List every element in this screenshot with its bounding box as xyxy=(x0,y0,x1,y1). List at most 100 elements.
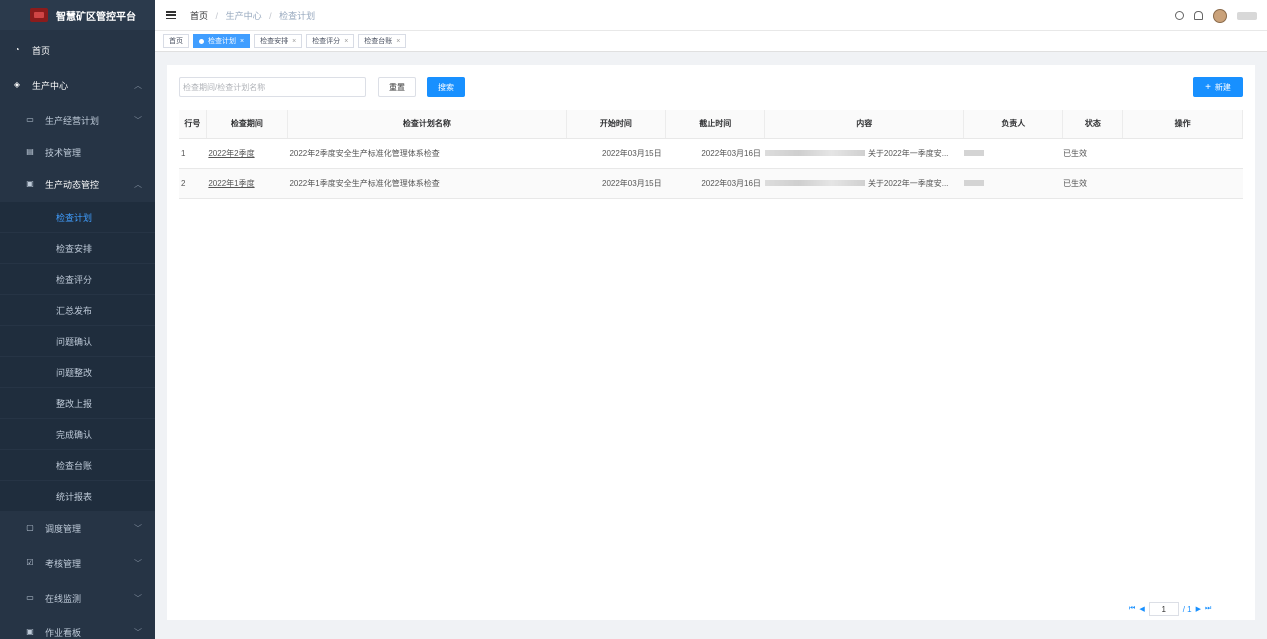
owner-cell xyxy=(963,168,1063,199)
tab-inspection-plan[interactable]: 检查计划 × xyxy=(193,34,251,48)
period-link[interactable]: 2022年1季度 xyxy=(206,168,288,199)
actions-cell xyxy=(1122,138,1243,169)
breadcrumb-production-center[interactable]: 生产中心 xyxy=(226,11,262,21)
document-icon: ▤ xyxy=(26,147,34,156)
row-number: 2 xyxy=(179,168,207,199)
column-header: 行号 xyxy=(179,110,207,139)
end-date: 2022年03月16日 xyxy=(665,138,765,169)
sidebar-item-production-control[interactable]: ▣ 生产动态管控 ︿ xyxy=(0,169,155,199)
sidebar-item-label: 作业看板 xyxy=(45,627,82,638)
tab-home[interactable]: 首页 xyxy=(163,34,189,48)
content-cell: 关于2022年一季度安... xyxy=(764,138,964,169)
tab-inspection-schedule[interactable]: 检查安排 × xyxy=(254,34,303,48)
sidebar-item-online-monitor[interactable]: ▭ 在线监测 ﹀ xyxy=(0,583,155,613)
card-icon: ▭ xyxy=(26,115,34,124)
sidebar-item-inspection-score[interactable]: 检查评分 xyxy=(0,264,155,294)
username-blurred[interactable] xyxy=(1237,11,1257,20)
prev-page-icon[interactable]: ◀ xyxy=(1139,605,1144,613)
sidebar-item-issue-confirm[interactable]: 问题确认 xyxy=(0,326,155,356)
sidebar-item-work-board[interactable]: ▣ 作业看板 ﹀ xyxy=(0,617,155,639)
sidebar-item-assessment[interactable]: ☑ 考核管理 ﹀ xyxy=(0,548,155,578)
table-header-row: 行号 检查期间 检查计划名称 开始时间 截止时间 内容 负责人 状态 操作 xyxy=(179,110,1243,139)
period-link[interactable]: 2022年2季度 xyxy=(206,138,288,169)
table-row[interactable]: 1 2022年2季度 2022年2季度安全生产标准化管理体系检查 2022年03… xyxy=(179,138,1243,169)
next-page-icon[interactable]: ▶ xyxy=(1196,605,1201,613)
inspection-plan-table: 行号 检查期间 检查计划名称 开始时间 截止时间 内容 负责人 状态 操作 1 … xyxy=(179,110,1243,199)
owner-cell xyxy=(963,138,1063,169)
box-icon: ▢ xyxy=(26,523,34,532)
sidebar-item-production-plan[interactable]: ▭ 生产经营计划 ﹀ xyxy=(0,105,155,135)
close-icon[interactable]: × xyxy=(396,38,400,45)
reset-button[interactable]: 重置 xyxy=(378,77,416,97)
logo-icon xyxy=(30,8,48,22)
close-icon[interactable]: × xyxy=(292,38,296,45)
search-input[interactable] xyxy=(179,77,366,97)
new-button[interactable]: + 新建 xyxy=(1193,77,1243,97)
sidebar-item-summary-release[interactable]: 汇总发布 xyxy=(0,295,155,325)
board-icon: ▣ xyxy=(26,627,34,636)
sidebar-item-label: 在线监测 xyxy=(45,593,82,604)
pagination: ⏮ ◀ / 1 ▶ ⏭ xyxy=(1129,602,1211,616)
sidebar-item-inspection-schedule[interactable]: 检查安排 xyxy=(0,233,155,263)
avatar[interactable] xyxy=(1213,8,1227,23)
sidebar-item-home[interactable]: ◔ 首页 xyxy=(0,35,155,65)
column-header: 检查计划名称 xyxy=(287,110,567,139)
sidebar-item-inspection-plan[interactable]: 检查计划 xyxy=(0,202,155,232)
close-icon[interactable]: × xyxy=(240,38,244,45)
first-page-icon[interactable]: ⏮ xyxy=(1129,605,1135,613)
content-text: 关于2022年一季度安... xyxy=(867,178,949,188)
tab-label: 检查安排 xyxy=(260,38,289,45)
sidebar-item-dispatch[interactable]: ▢ 调度管理 ﹀ xyxy=(0,513,155,543)
content-cell: 关于2022年一季度安... xyxy=(764,168,964,199)
tab-label: 检查评分 xyxy=(312,38,341,45)
sidebar-item-label: 技术管理 xyxy=(45,147,82,158)
search-icon[interactable] xyxy=(1175,11,1184,20)
app-logo: 智慧矿区管控平台 xyxy=(0,0,155,30)
tab-label: 首页 xyxy=(169,38,183,45)
column-header: 内容 xyxy=(764,110,965,139)
sidebar-item-label: 检查安排 xyxy=(56,243,93,254)
tags-view: 首页 检查计划 × 检查安排 × 检查评分 × 检查台账 × xyxy=(155,31,1267,52)
table-row[interactable]: 2 2022年1季度 2022年1季度安全生产标准化管理体系检查 2022年03… xyxy=(179,168,1243,199)
status-cell: 已生效 xyxy=(1062,138,1123,169)
sidebar-item-statistics-report[interactable]: 统计报表 xyxy=(0,481,155,511)
sidebar-item-production-center[interactable]: ◈ 生产中心 ︿ xyxy=(0,70,155,100)
main-panel: 重置 搜索 + 新建 行号 检查期间 检查计划名称 开始时间 截止时间 内容 负… xyxy=(167,65,1255,620)
search-button[interactable]: 搜索 xyxy=(427,77,465,97)
sidebar-item-completion-confirm[interactable]: 完成确认 xyxy=(0,419,155,449)
breadcrumb-home[interactable]: 首页 xyxy=(190,11,208,21)
start-date: 2022年03月15日 xyxy=(566,168,666,199)
sidebar-item-issue-rectify[interactable]: 问题整改 xyxy=(0,357,155,387)
status-cell: 已生效 xyxy=(1062,168,1123,199)
chevron-up-icon: ︿ xyxy=(134,179,142,189)
sidebar-item-label: 问题整改 xyxy=(56,367,93,378)
sidebar-item-label: 问题确认 xyxy=(56,336,93,347)
sidebar-item-label: 检查评分 xyxy=(56,274,93,285)
chevron-down-icon: ﹀ xyxy=(134,115,142,125)
tab-inspection-ledger[interactable]: 检查台账 × xyxy=(358,34,407,48)
sidebar-item-label: 考核管理 xyxy=(45,558,82,569)
breadcrumb-separator: / xyxy=(269,10,272,21)
column-header: 检查期间 xyxy=(206,110,288,139)
last-page-icon[interactable]: ⏭ xyxy=(1205,605,1211,613)
plan-name: 2022年1季度安全生产标准化管理体系检查 xyxy=(287,168,567,199)
sidebar-item-rectify-report[interactable]: 整改上报 xyxy=(0,388,155,418)
sidebar-item-label: 生产经营计划 xyxy=(45,115,100,126)
sidebar-item-inspection-ledger[interactable]: 检查台账 xyxy=(0,450,155,480)
breadcrumb-separator: / xyxy=(215,10,219,21)
menu-toggle-icon[interactable] xyxy=(166,11,176,19)
close-icon[interactable]: × xyxy=(344,38,348,45)
sidebar-item-tech-management[interactable]: ▤ 技术管理 xyxy=(0,137,155,167)
blurred-text xyxy=(764,180,865,187)
monitor-icon: ▣ xyxy=(26,179,34,188)
screen-icon: ▭ xyxy=(26,593,34,602)
sidebar-item-label: 统计报表 xyxy=(56,491,93,502)
sidebar: 智慧矿区管控平台 ◔ 首页 ◈ 生产中心 ︿ ▭ 生产经营计划 ﹀ ▤ 技术管理… xyxy=(0,0,155,639)
plan-name: 2022年2季度安全生产标准化管理体系检查 xyxy=(287,138,567,169)
blurred-owner xyxy=(963,180,984,187)
plus-icon: + xyxy=(1205,81,1211,93)
bell-icon[interactable] xyxy=(1194,11,1203,20)
page-number-input[interactable] xyxy=(1148,602,1179,616)
tab-inspection-score[interactable]: 检查评分 × xyxy=(306,34,355,48)
layers-icon: ◈ xyxy=(13,80,21,89)
